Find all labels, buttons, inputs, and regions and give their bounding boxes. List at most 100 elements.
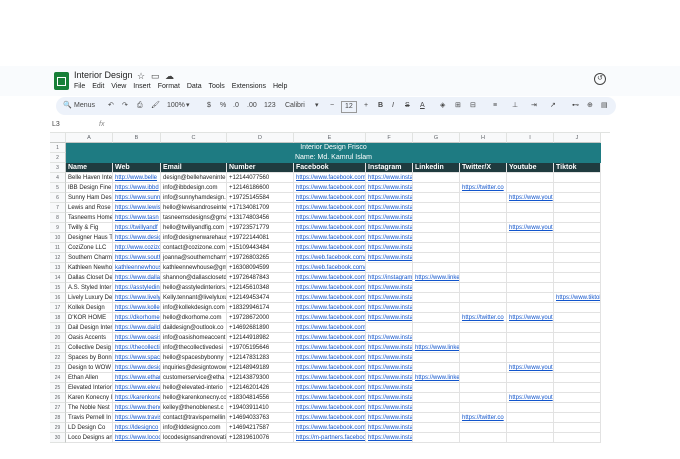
table-cell[interactable] xyxy=(413,333,460,343)
column-header-c[interactable]: C xyxy=(161,133,227,143)
table-cell[interactable]: Dallas Closet De xyxy=(66,273,113,283)
table-cell[interactable]: customerservice@etha xyxy=(161,373,227,383)
table-cell[interactable]: https://www.travis xyxy=(113,413,161,423)
table-cell[interactable] xyxy=(554,423,601,433)
table-cell[interactable]: https://www.insta xyxy=(366,223,413,233)
column-header-g[interactable]: G xyxy=(413,133,460,143)
table-cell[interactable] xyxy=(554,263,601,273)
table-cell[interactable] xyxy=(413,243,460,253)
table-cell[interactable]: https://www.insta xyxy=(366,423,413,433)
table-cell[interactable] xyxy=(507,373,554,383)
table-cell[interactable] xyxy=(460,423,507,433)
table-cell[interactable]: +12144918982 xyxy=(227,333,294,343)
column-header-d[interactable]: D xyxy=(227,133,294,143)
table-cell[interactable]: Spaces by Bonn xyxy=(66,353,113,363)
table-cell[interactable] xyxy=(554,323,601,333)
table-cell[interactable]: https://web.facebook.com/ xyxy=(294,263,366,273)
table-cell[interactable] xyxy=(507,303,554,313)
row-header[interactable]: 12 xyxy=(50,253,66,263)
table-cell[interactable]: +15109443484 xyxy=(227,243,294,253)
table-cell[interactable]: Travis Pernell In xyxy=(66,413,113,423)
table-cell[interactable]: https://www.insta xyxy=(366,183,413,193)
table-cell[interactable]: Ethan Allen xyxy=(66,373,113,383)
select-all-corner[interactable] xyxy=(50,133,66,143)
table-cell[interactable]: https://www.facebook.com xyxy=(294,203,366,213)
table-cell[interactable]: https://www.insta xyxy=(366,203,413,213)
table-cell[interactable]: hello@spacesbybonny xyxy=(161,353,227,363)
table-cell[interactable] xyxy=(413,323,460,333)
row-header[interactable]: 23 xyxy=(50,363,66,373)
table-cell[interactable]: https://www.insta xyxy=(366,343,413,353)
row-header[interactable]: 19 xyxy=(50,323,66,333)
row-header[interactable]: 4 xyxy=(50,173,66,183)
table-cell[interactable] xyxy=(554,243,601,253)
table-cell[interactable] xyxy=(366,323,413,333)
table-cell[interactable]: Belle Haven Inte xyxy=(66,173,113,183)
column-title-youtube[interactable]: Youtube xyxy=(507,163,554,173)
table-cell[interactable] xyxy=(507,403,554,413)
table-cell[interactable] xyxy=(507,423,554,433)
table-cell[interactable] xyxy=(507,433,554,443)
table-cell[interactable]: Karen Konecny I xyxy=(66,393,113,403)
row-header[interactable]: 17 xyxy=(50,303,66,313)
table-cell[interactable]: https://www.facebook.com xyxy=(294,233,366,243)
row-header[interactable]: 29 xyxy=(50,423,66,433)
table-cell[interactable]: kathleennewhouse@gm xyxy=(161,263,227,273)
table-cell[interactable]: contact@travispernellin xyxy=(161,413,227,423)
table-cell[interactable] xyxy=(460,383,507,393)
sheet-grid[interactable]: A B C D E F G H I J 1 2 Interior Design Frisco Name: … xyxy=(0,0,680,459)
table-cell[interactable] xyxy=(507,333,554,343)
table-cell[interactable] xyxy=(507,203,554,213)
column-title-number[interactable]: Number xyxy=(227,163,294,173)
table-cell[interactable]: https://www.insta xyxy=(366,173,413,183)
table-cell[interactable]: Lewis and Rose xyxy=(66,203,113,213)
row-header[interactable]: 2 xyxy=(50,153,66,163)
table-cell[interactable]: +14694217587 xyxy=(227,423,294,433)
row-header[interactable]: 7 xyxy=(50,203,66,213)
row-header[interactable]: 15 xyxy=(50,283,66,293)
table-cell[interactable]: https://instagram xyxy=(366,273,413,283)
table-cell[interactable] xyxy=(460,433,507,443)
table-cell[interactable]: https://dkorhome xyxy=(113,313,161,323)
table-cell[interactable]: https://ldesignco xyxy=(113,423,161,433)
table-cell[interactable]: https://www.kolle xyxy=(113,303,161,313)
table-cell[interactable]: https://www.eleva xyxy=(113,383,161,393)
table-cell[interactable]: +12143879300 xyxy=(227,373,294,383)
table-cell[interactable]: LD Design Co xyxy=(66,423,113,433)
table-cell[interactable]: Dail Design Inter xyxy=(66,323,113,333)
table-cell[interactable] xyxy=(413,383,460,393)
table-cell[interactable]: Kollek Design xyxy=(66,303,113,313)
row-header[interactable]: 24 xyxy=(50,373,66,383)
table-cell[interactable]: +19726487843 xyxy=(227,273,294,283)
table-cell[interactable] xyxy=(554,393,601,403)
table-cell[interactable] xyxy=(460,393,507,403)
table-cell[interactable] xyxy=(460,213,507,223)
column-title-facebook[interactable]: Facebook xyxy=(294,163,366,173)
table-cell[interactable]: https://www.insta xyxy=(366,213,413,223)
table-cell[interactable]: https://www.facebook.com xyxy=(294,213,366,223)
table-cell[interactable]: https://www.desig xyxy=(113,363,161,373)
table-cell[interactable]: https://www.linke xyxy=(413,273,460,283)
table-cell[interactable] xyxy=(460,403,507,413)
row-header[interactable]: 5 xyxy=(50,183,66,193)
column-header-b[interactable]: B xyxy=(113,133,161,143)
table-cell[interactable]: +12147831283 xyxy=(227,353,294,363)
table-cell[interactable]: https://www.insta xyxy=(366,333,413,343)
column-header-e[interactable]: E xyxy=(294,133,366,143)
table-cell[interactable]: contact@cozizone.com xyxy=(161,243,227,253)
table-cell[interactable]: Elevated Interior xyxy=(66,383,113,393)
table-cell[interactable]: https://www.ethan xyxy=(113,373,161,383)
table-cell[interactable]: hello@asstyledinteriors. xyxy=(161,283,227,293)
row-header[interactable]: 27 xyxy=(50,403,66,413)
table-cell[interactable]: info@sunnyhamdesign. xyxy=(161,193,227,203)
table-cell[interactable] xyxy=(413,173,460,183)
table-cell[interactable] xyxy=(554,313,601,323)
table-cell[interactable]: kathleennewhouse xyxy=(113,263,161,273)
table-cell[interactable] xyxy=(460,293,507,303)
table-cell[interactable]: https://karenkone xyxy=(113,393,161,403)
table-cell[interactable]: https://www.sunny xyxy=(113,193,161,203)
table-cell[interactable] xyxy=(413,193,460,203)
table-cell[interactable]: D'KOR HOME xyxy=(66,313,113,323)
table-cell[interactable]: +12148949189 xyxy=(227,363,294,373)
table-cell[interactable]: https://www.insta xyxy=(366,383,413,393)
